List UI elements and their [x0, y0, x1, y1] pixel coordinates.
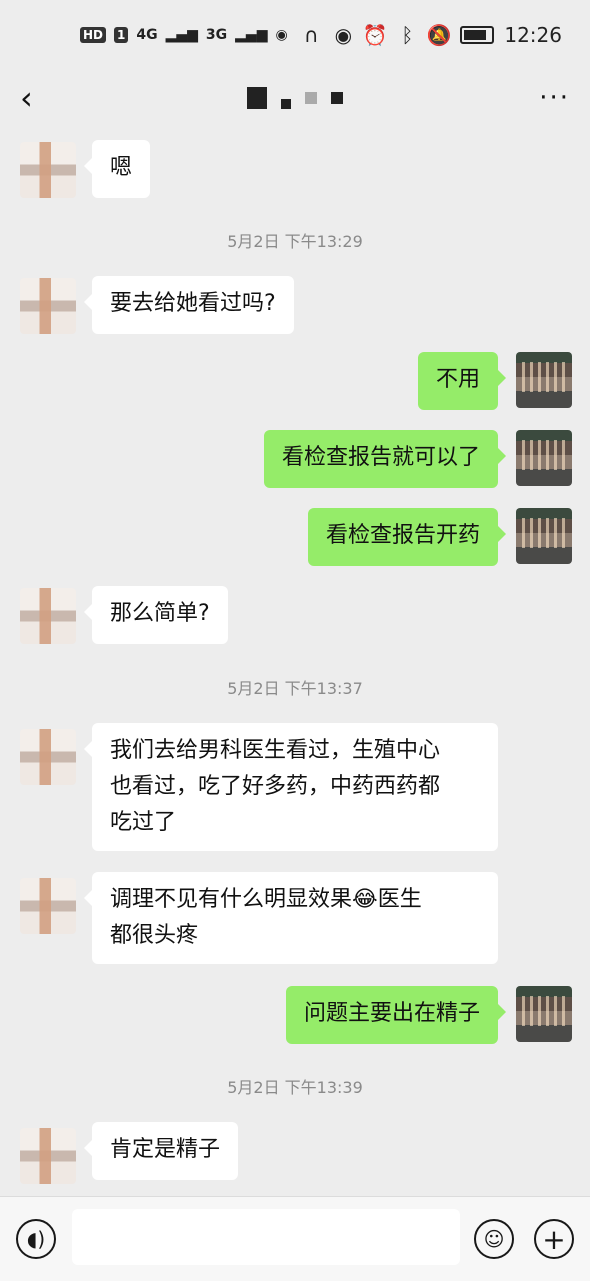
avatar[interactable]	[20, 588, 76, 644]
plus-icon[interactable]: +	[534, 1219, 574, 1259]
message-text-line: 吃过了	[110, 810, 177, 835]
message-bubble-incoming[interactable]: 调理不见有什么明显效果😂医生 都很头疼	[84, 872, 498, 964]
message-bubble-incoming[interactable]: 肯定是精子	[83, 1122, 239, 1180]
message-bubble-incoming[interactable]: 要去给她看过吗?	[84, 276, 294, 334]
message-bubble-outgoing[interactable]: 看检查报告开药	[307, 508, 507, 566]
message-text: 不用	[435, 367, 480, 392]
network-indicators: HD 1 4G ▂▄▆ 3G ▂▄▆ ◉	[80, 27, 288, 43]
hd-badge: HD	[80, 27, 107, 43]
message-bubble-outgoing[interactable]: 问题主要出在精子	[285, 986, 507, 1044]
headphones-icon: ∩	[304, 23, 319, 47]
alarm-icon: ⏰	[362, 23, 388, 47]
message-bubble-outgoing[interactable]: 看检查报告就可以了	[263, 430, 507, 488]
timestamp: 5月2日 下午13:37	[227, 679, 363, 698]
message-bubble-outgoing[interactable]: 不用	[417, 352, 507, 410]
avatar[interactable]	[516, 430, 572, 486]
message-bubble-incoming[interactable]: 我们去给男科医生看过，生殖中心 也看过，吃了好多药，中药西药都 吃过了	[84, 723, 498, 851]
avatar[interactable]	[20, 1128, 76, 1184]
message-input[interactable]	[72, 1209, 460, 1265]
network-2-label: 3G	[205, 27, 228, 43]
avatar[interactable]	[516, 508, 572, 564]
sim-badge: 1	[114, 27, 129, 43]
message-text: 看检查报告开药	[325, 523, 480, 548]
message-text-line: 也看过，吃了好多药，中药西药都	[110, 774, 441, 799]
message-text-line: 调理不见有什么明显效果😂医生	[110, 887, 422, 912]
chevron-left-icon[interactable]: ‹	[20, 79, 50, 117]
clock: 12:26	[504, 23, 562, 47]
message-text: 要去给她看过吗?	[110, 291, 276, 316]
more-options-icon[interactable]: ···	[539, 83, 570, 113]
emoji-icon[interactable]: ☺	[474, 1219, 514, 1259]
voice-icon[interactable]: ◖)	[16, 1219, 56, 1259]
message-text: 那么简单?	[110, 601, 210, 626]
input-bar: ◖) ☺ +	[0, 1196, 590, 1281]
message-bubble-incoming[interactable]: 嗯	[83, 140, 151, 198]
message-text: 看检查报告就可以了	[281, 445, 480, 470]
chat-header: ‹ ···	[0, 70, 590, 126]
message-bubble-incoming[interactable]: 那么简单?	[84, 586, 228, 644]
message-text: 嗯	[110, 155, 133, 180]
signal-1-icon: ▂▄▆	[165, 27, 198, 43]
chat-title-redacted	[246, 87, 343, 109]
message-text-line: 我们去给男科医生看过，生殖中心	[110, 738, 441, 763]
message-text-line: 都很头疼	[110, 923, 199, 948]
avatar[interactable]	[516, 986, 572, 1042]
avatar[interactable]	[20, 878, 76, 934]
timestamp: 5月2日 下午13:29	[227, 232, 363, 251]
eye-icon: ◉	[334, 23, 353, 47]
avatar[interactable]	[20, 142, 76, 198]
battery-icon	[460, 26, 495, 44]
bluetooth-icon: ᛒ	[401, 23, 414, 47]
timestamp: 5月2日 下午13:39	[227, 1078, 363, 1097]
status-bar: HD 1 4G ▂▄▆ 3G ▂▄▆ ◉ ∩ ◉ ⏰ ᛒ 🔕 12:26	[0, 0, 590, 70]
message-text: 肯定是精子	[110, 1137, 221, 1162]
hotspot-icon: ◉	[275, 27, 288, 43]
avatar[interactable]	[20, 729, 76, 785]
mute-bell-icon: 🔕	[426, 23, 452, 47]
message-text: 问题主要出在精子	[303, 1001, 480, 1026]
avatar[interactable]	[516, 352, 572, 408]
network-1-label: 4G	[136, 27, 158, 43]
avatar[interactable]	[20, 278, 76, 334]
signal-2-icon: ▂▄▆	[235, 27, 268, 43]
